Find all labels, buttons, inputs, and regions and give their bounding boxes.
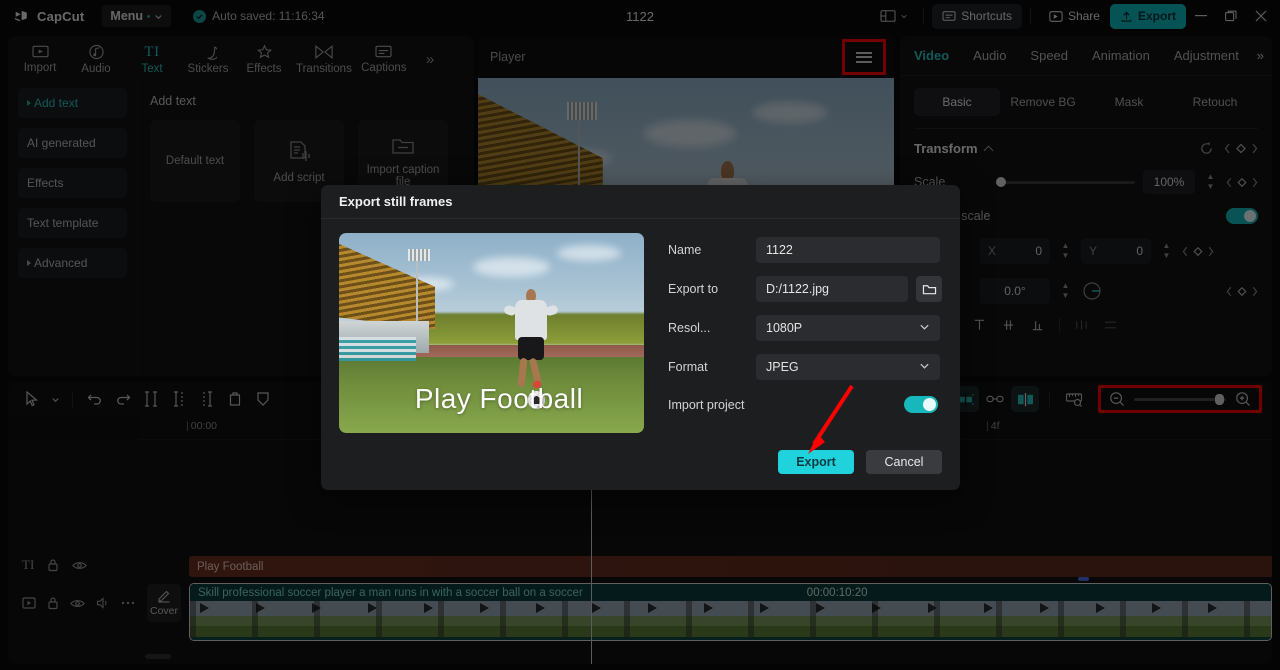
export-to-row: Export to D:/1122.jpg [668, 276, 942, 302]
folder-icon [922, 284, 936, 294]
chevron-down-icon [919, 323, 930, 334]
export-still-frames-dialog: Export still frames Play Football Name 1… [321, 185, 960, 490]
resolution-select[interactable]: 1080P [756, 315, 940, 341]
dialog-title: Export still frames [321, 185, 960, 219]
format-row: Format JPEG [668, 354, 942, 380]
format-label: Format [668, 360, 708, 374]
dialog-cancel-button[interactable]: Cancel [866, 450, 942, 474]
browse-folder-button[interactable] [916, 276, 942, 302]
dialog-form: Name 1122 Export to D:/1122.jpg Resol... [644, 233, 942, 433]
format-value: JPEG [766, 360, 799, 374]
preview-thumbnail: Play Football [339, 233, 644, 433]
name-label: Name [668, 243, 702, 257]
import-project-row: Import project [668, 396, 942, 413]
format-select[interactable]: JPEG [756, 354, 940, 380]
name-input[interactable]: 1122 [756, 237, 940, 263]
capcut-window: CapCut Menu Auto saved: 11:16:34 1122 [0, 0, 1280, 670]
dialog-actions: Export Cancel [778, 450, 942, 474]
thumbnail-caption: Play Football [414, 383, 584, 414]
dialog-body: Play Football Name 1122 Export to D:/112… [321, 219, 960, 433]
dialog-export-button[interactable]: Export [778, 450, 854, 474]
resolution-label: Resol... [668, 321, 711, 335]
export-path-input[interactable]: D:/1122.jpg [756, 276, 908, 302]
import-project-toggle[interactable] [904, 396, 938, 413]
import-project-label: Import project [668, 397, 745, 412]
resolution-row: Resol... 1080P [668, 315, 942, 341]
resolution-value: 1080P [766, 321, 803, 335]
chevron-down-icon [919, 362, 930, 373]
export-to-label: Export to [668, 282, 719, 296]
name-row: Name 1122 [668, 237, 942, 263]
